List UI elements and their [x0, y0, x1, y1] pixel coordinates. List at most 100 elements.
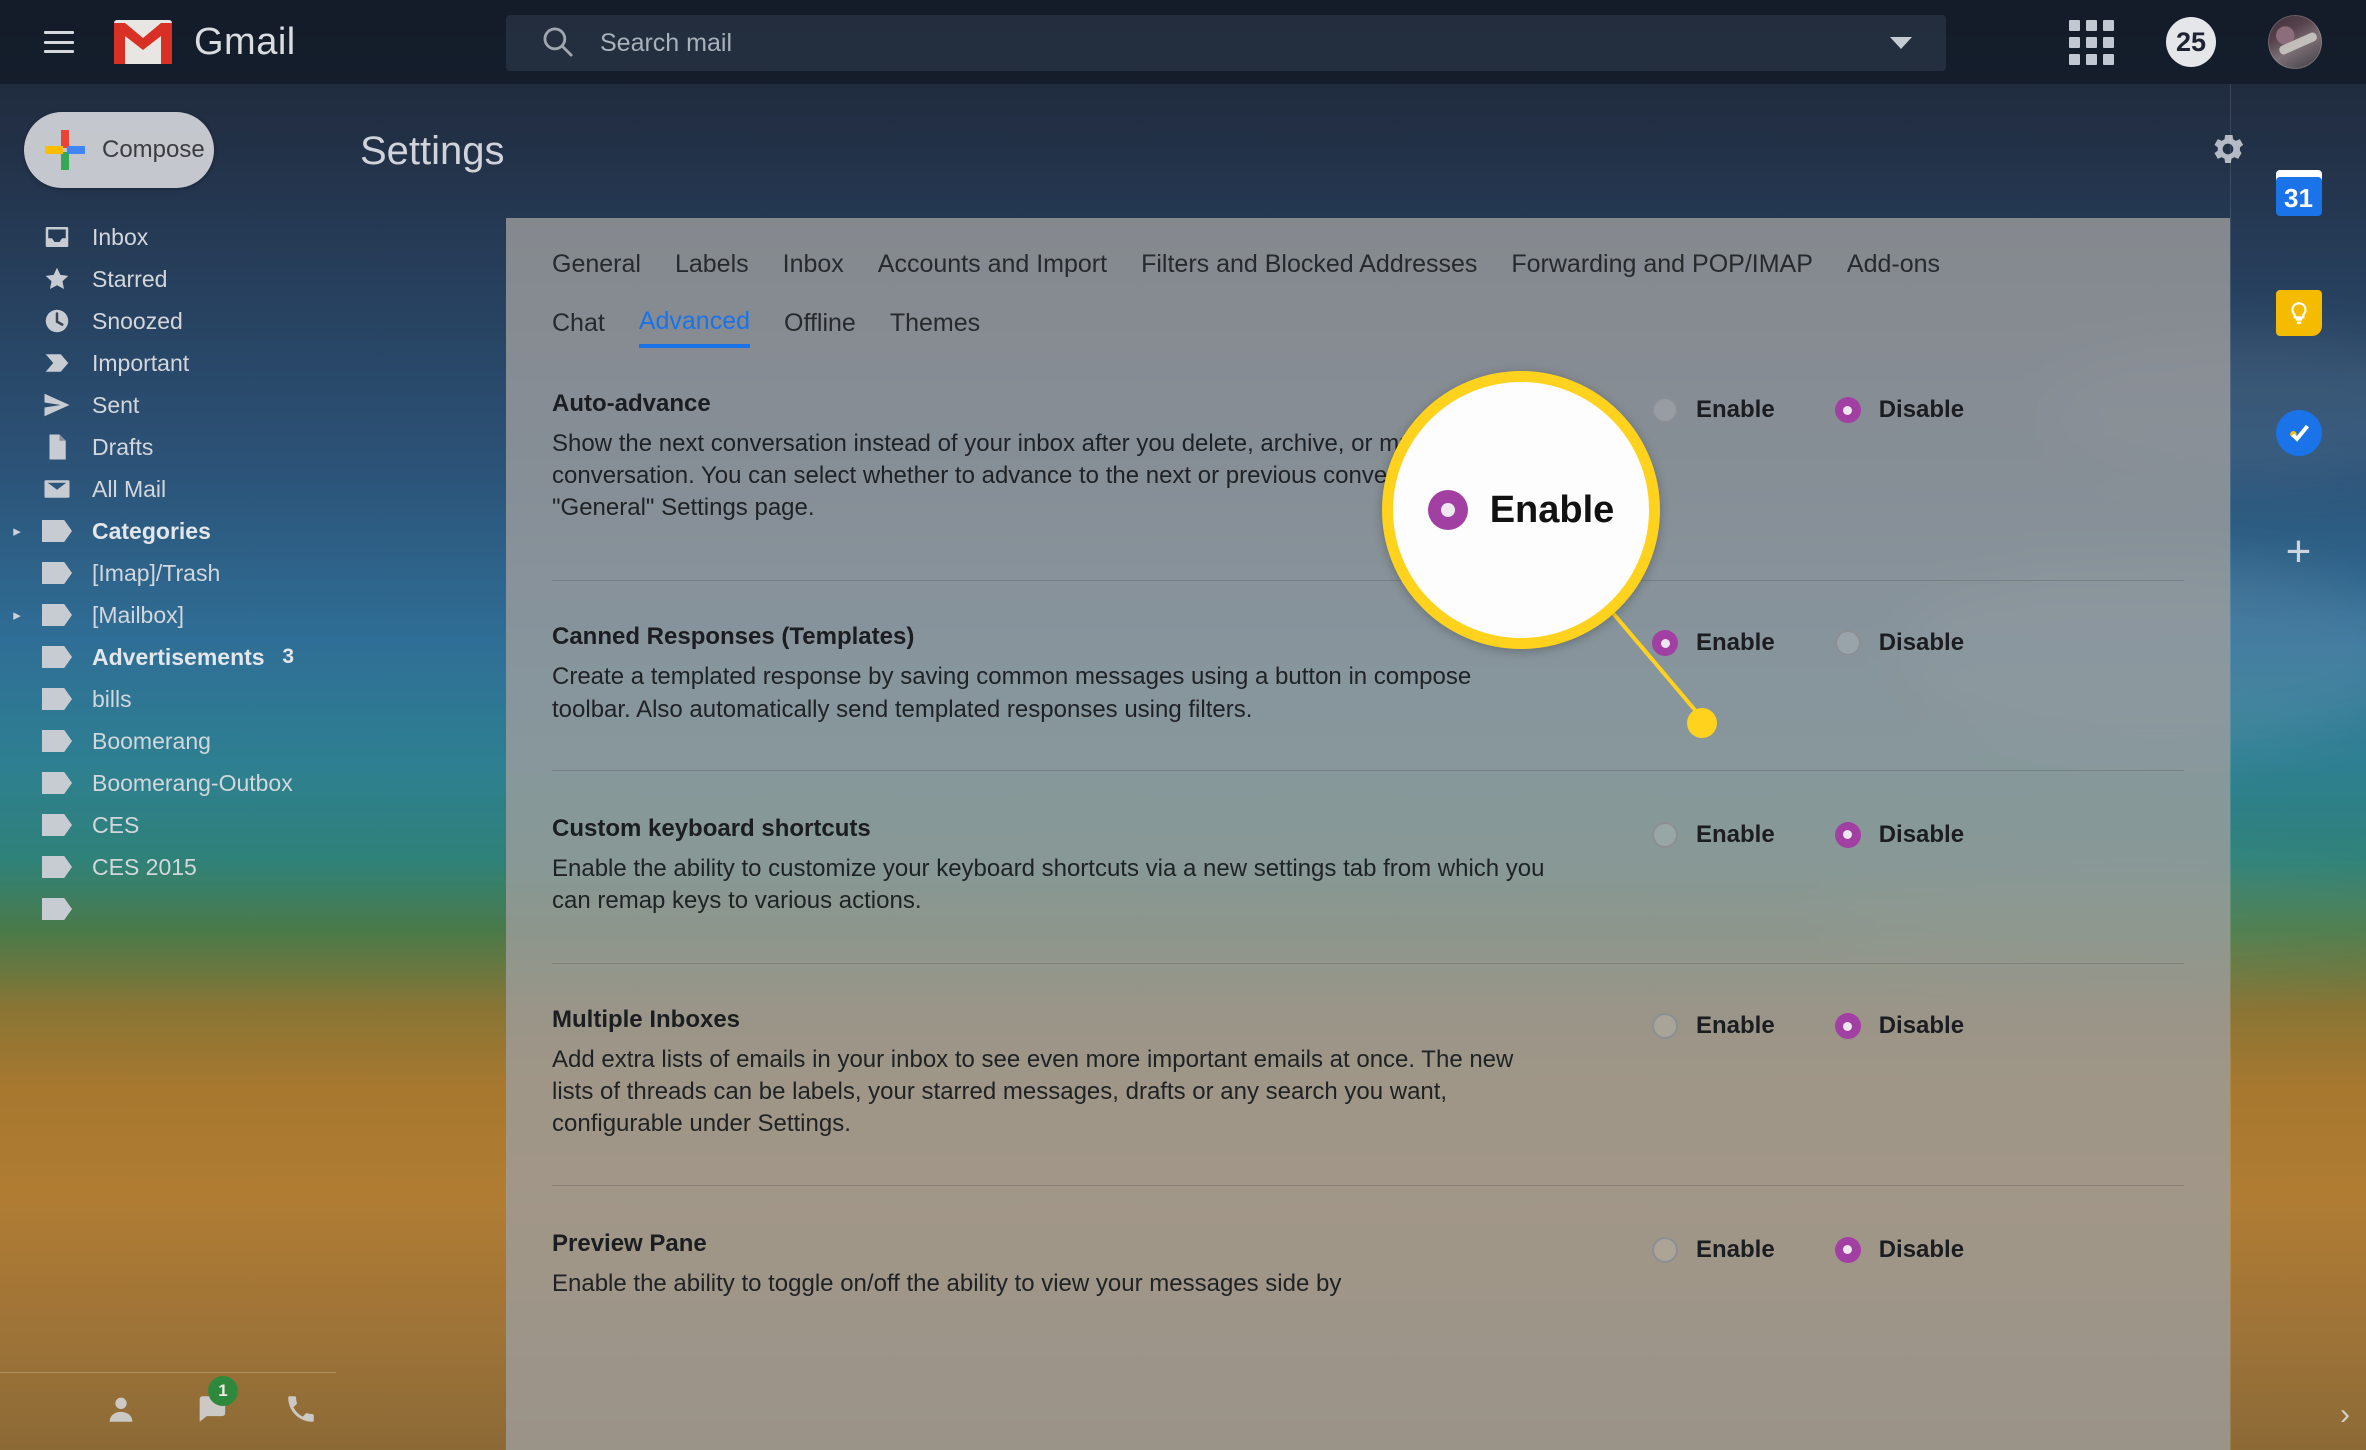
radio-enable[interactable]: Enable — [1652, 396, 1775, 424]
add-app-button[interactable]: + — [2286, 530, 2312, 574]
callout-label: Enable — [1489, 488, 1615, 531]
search-bar[interactable] — [506, 15, 1946, 71]
tab-add-ons[interactable]: Add-ons — [1847, 250, 1940, 279]
radio-enable-icon[interactable] — [1652, 397, 1678, 423]
chevron-down-icon[interactable] — [1890, 37, 1912, 49]
sidebar-item-sent[interactable]: Sent — [0, 384, 336, 426]
compose-button[interactable]: Compose — [24, 112, 214, 188]
radio-enable-icon[interactable] — [1652, 630, 1678, 657]
hamburger-menu-icon[interactable] — [44, 31, 74, 53]
person-icon[interactable] — [104, 1392, 138, 1431]
radio-disable[interactable]: Disable — [1834, 1236, 1964, 1264]
compose-label: Compose — [102, 136, 205, 163]
callout-radio-icon — [1427, 490, 1468, 530]
tab-chat[interactable]: Chat — [552, 309, 605, 346]
sidebar-item-label: Important — [92, 349, 190, 376]
sidebar-item-important[interactable]: Important — [0, 342, 336, 384]
send-icon — [34, 390, 80, 420]
section-text: Custom keyboard shortcuts Enable the abi… — [552, 815, 1552, 917]
radio-enable-label: Enable — [1696, 820, 1775, 848]
section-title: Multiple Inboxes — [552, 1006, 741, 1034]
sidebar-item-snoozed[interactable]: Snoozed — [0, 300, 336, 342]
sidebar: Compose Inbox Starred Snoozed Important Sent… — [0, 84, 336, 1450]
sidebar-item-starred[interactable]: Starred — [0, 258, 336, 300]
tab-offline[interactable]: Offline — [784, 309, 856, 346]
sidebar-item-label: CES — [92, 811, 140, 838]
sidebar-item-advertisements[interactable]: Advertisements 3 — [0, 636, 336, 678]
sidebar-item-mailbox[interactable]: ▸ [Mailbox] — [0, 594, 336, 636]
section-radio-group: Enable Disable — [1652, 815, 1964, 849]
phone-icon[interactable] — [284, 1392, 318, 1431]
sidebar-item-label: [Imap]/Trash — [92, 559, 221, 586]
sidebar-item-boomerang[interactable]: Boomerang — [0, 720, 336, 762]
tag-icon — [34, 730, 80, 752]
radio-disable-icon[interactable] — [1834, 630, 1861, 657]
star-icon — [34, 264, 80, 294]
sidebar-footer: 1 — [0, 1372, 336, 1450]
section-title: Auto-advance — [552, 390, 711, 417]
radio-disable-label: Disable — [1878, 1012, 1965, 1040]
unread-count-badge[interactable]: 25 — [2166, 17, 2216, 67]
tab-advanced[interactable]: Advanced — [638, 307, 751, 348]
radio-enable[interactable]: Enable — [1652, 1012, 1775, 1040]
sidebar-item-untitled[interactable] — [0, 888, 336, 930]
avatar[interactable] — [2268, 15, 2322, 69]
sidebar-item-label: Drafts — [92, 433, 154, 460]
sidebar-item-drafts[interactable]: Drafts — [0, 426, 336, 468]
google-keep-icon[interactable] — [2275, 290, 2322, 336]
tab-themes[interactable]: Themes — [890, 309, 980, 346]
radio-disable[interactable]: Disable — [1834, 821, 1964, 849]
tab-accounts-and-import[interactable]: Accounts and Import — [878, 250, 1107, 279]
tab-forwarding-and-pop-imap[interactable]: Forwarding and POP/IMAP — [1511, 250, 1813, 279]
tag-icon — [34, 604, 80, 626]
tab-filters-and-blocked-addresses[interactable]: Filters and Blocked Addresses — [1141, 250, 1477, 279]
radio-enable[interactable]: Enable — [1652, 821, 1775, 849]
section-radio-group: Enable Disable — [1652, 623, 1964, 657]
tab-inbox[interactable]: Inbox — [783, 250, 844, 279]
chevron-right-icon[interactable]: ▸ — [0, 522, 34, 540]
chevron-right-icon[interactable]: › — [2340, 1398, 2350, 1432]
tab-general[interactable]: General — [552, 250, 641, 279]
sidebar-item-all-mail[interactable]: All Mail — [0, 468, 336, 510]
chevron-right-icon[interactable]: ▸ — [0, 606, 34, 624]
sidebar-item-boomerang-outbox[interactable]: Boomerang-Outbox — [0, 762, 336, 804]
google-calendar-icon[interactable]: 31 — [2275, 170, 2322, 216]
google-tasks-icon[interactable] — [2275, 410, 2322, 456]
section-description: Create a templated response by saving co… — [552, 663, 1472, 723]
chat-icon[interactable]: 1 — [194, 1376, 238, 1431]
tag-icon — [34, 688, 80, 710]
sidebar-item-categories[interactable]: ▸ Categories — [0, 510, 336, 552]
radio-enable[interactable]: Enable — [1652, 629, 1775, 657]
radio-enable[interactable]: Enable — [1652, 1236, 1775, 1264]
top-bar-actions: 25 — [2069, 0, 2322, 84]
section-text: Preview Pane Enable the ability to toggl… — [552, 1230, 1552, 1300]
gmail-window: Gmail 25 — [0, 0, 2366, 1450]
settings-section: Auto-advance Show the next conversation … — [506, 348, 2230, 580]
radio-disable[interactable]: Disable — [1834, 396, 1964, 424]
tab-labels[interactable]: Labels — [675, 250, 749, 279]
radio-enable-icon[interactable] — [1652, 1236, 1678, 1263]
search-input[interactable] — [600, 28, 1890, 58]
sidebar-item-inbox[interactable]: Inbox — [0, 216, 336, 258]
radio-enable-icon[interactable] — [1652, 1013, 1678, 1040]
radio-disable[interactable]: Disable — [1834, 1012, 1965, 1040]
side-apps-panel: 31 + › — [2230, 84, 2366, 1450]
mail-icon — [34, 474, 80, 504]
radio-disable[interactable]: Disable — [1834, 629, 1964, 657]
settings-sections: Auto-advance Show the next conversation … — [506, 348, 2230, 1320]
apps-grid-icon[interactable] — [2069, 19, 2114, 65]
radio-enable-icon[interactable] — [1652, 821, 1678, 848]
sidebar-item-bills[interactable]: bills — [0, 678, 336, 720]
sidebar-item-label: [Mailbox] — [92, 601, 185, 628]
radio-disable-icon[interactable] — [1834, 1013, 1861, 1040]
search-icon — [540, 24, 574, 63]
magnifier-callout: Enable — [1382, 371, 1660, 649]
radio-disable-icon[interactable] — [1834, 821, 1861, 848]
radio-disable-icon[interactable] — [1834, 1236, 1861, 1263]
settings-section: Canned Responses (Templates) Create a te… — [506, 581, 2230, 769]
radio-disable-icon[interactable] — [1834, 397, 1861, 423]
sidebar-item-imap-trash[interactable]: [Imap]/Trash — [0, 552, 336, 594]
sidebar-item-ces-2015[interactable]: CES 2015 — [0, 846, 336, 888]
section-radio-group: Enable Disable — [1652, 1006, 1964, 1040]
sidebar-item-ces[interactable]: CES — [0, 804, 336, 846]
